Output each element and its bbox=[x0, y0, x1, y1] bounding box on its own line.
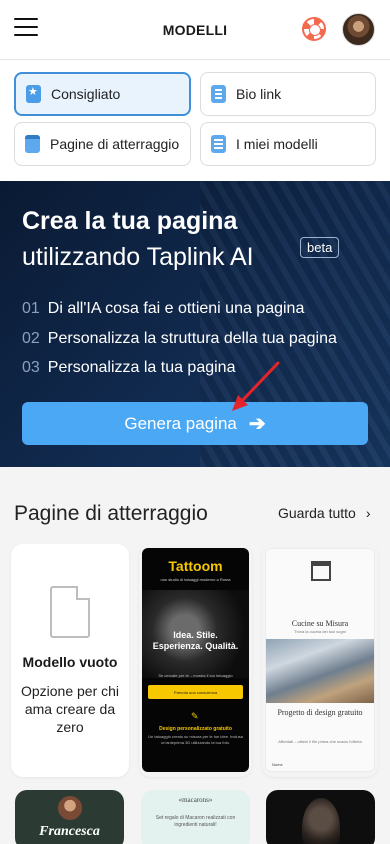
step-text: Personalizza la tua pagina bbox=[47, 359, 236, 376]
step-1: 01 Di all'IA cosa fai e ottieni una pagin… bbox=[22, 300, 304, 318]
arrow-right-icon: ➔ bbox=[248, 413, 266, 435]
template-small-text: Trova la cucina dei tuoi sogni bbox=[294, 629, 346, 634]
star-doc-icon bbox=[26, 85, 41, 103]
template-avatar bbox=[58, 796, 82, 820]
template-card-macaron[interactable]: «macarons» Set regalo di Macaron realizz… bbox=[141, 790, 250, 844]
hero-subtitle: utilizzando Taplink AI bbox=[22, 243, 254, 271]
step-number: 01 bbox=[22, 300, 40, 317]
template-card-tattoom[interactable]: Tattoom uno studio di tatuaggi moderno a… bbox=[139, 544, 252, 777]
template-design-desc: Un tatuaggio creato su misura per le tue… bbox=[148, 734, 243, 745]
category-label: Consigliato bbox=[51, 86, 121, 102]
avatar[interactable] bbox=[342, 13, 375, 46]
template-field: Nome bbox=[272, 762, 283, 767]
generate-page-button[interactable]: Genera pagina ➔ bbox=[22, 402, 368, 445]
category-bio-link[interactable]: Bio link bbox=[200, 72, 376, 116]
template-tagline: uno studio di tatuaggi moderno a Roma bbox=[160, 577, 231, 582]
blank-template-description: Opzione per chi ama creare da zero bbox=[20, 683, 120, 735]
template-card-cucine[interactable]: Cucine su Misura Trova la cucina dei tuo… bbox=[262, 544, 378, 777]
template-project-title: Progetto di design gratuito bbox=[277, 708, 363, 717]
list-doc-icon bbox=[211, 85, 226, 103]
step-3: 03 Personalizza la tua pagina bbox=[22, 359, 235, 377]
category-landing-pages[interactable]: Pagine di atterraggio bbox=[14, 122, 191, 166]
layers-doc-icon bbox=[211, 135, 226, 153]
category-label: I miei modelli bbox=[236, 136, 318, 152]
landing-pages-section: Pagine di atterraggio Guarda tutto › Mode… bbox=[0, 467, 390, 844]
step-2: 02 Personalizza la struttura della tua pa… bbox=[22, 330, 337, 348]
see-all-link[interactable]: Guarda tutto › bbox=[278, 505, 371, 521]
step-number: 03 bbox=[22, 359, 40, 376]
template-photo bbox=[266, 639, 374, 703]
blank-template-title: Modello vuoto bbox=[22, 654, 118, 670]
category-grid: Consigliato Bio link Pagine di atterragg… bbox=[0, 60, 390, 181]
pen-icon: ✎ bbox=[191, 711, 199, 721]
template-brand: Cucine su Misura bbox=[291, 619, 349, 628]
landing-page-icon bbox=[25, 135, 40, 153]
template-card-portrait[interactable] bbox=[266, 790, 375, 844]
category-label: Bio link bbox=[236, 86, 282, 102]
template-headline-line: Idea. Stile. bbox=[173, 630, 218, 640]
section-title: Pagine di atterraggio bbox=[14, 502, 208, 525]
see-all-label: Guarda tutto bbox=[278, 505, 356, 521]
template-headline-line: Esperienza. Qualità. bbox=[152, 641, 239, 651]
category-recommended[interactable]: Consigliato bbox=[14, 72, 191, 116]
beta-badge: beta bbox=[300, 237, 340, 258]
category-my-templates[interactable]: I miei modelli bbox=[200, 122, 376, 166]
template-preview: Cucine su Misura Trova la cucina dei tuo… bbox=[265, 548, 375, 772]
template-desc: Set regalo di Macaron realizzati con ing… bbox=[155, 815, 236, 828]
template-headline: Idea. Stile. Esperienza. Qualità. bbox=[142, 630, 249, 652]
generate-page-label: Genera pagina bbox=[124, 413, 237, 433]
template-desc: Affrettati – ottieni il file prima che s… bbox=[278, 739, 362, 744]
kitchen-logo-icon bbox=[311, 561, 331, 581]
template-design-title: Design personalizzato gratuito bbox=[159, 726, 232, 732]
top-bar: MODELLI bbox=[0, 0, 390, 60]
template-photo bbox=[302, 798, 340, 844]
chevron-right-icon: › bbox=[365, 505, 371, 521]
template-preview: Tattoom uno studio di tatuaggi moderno a… bbox=[142, 548, 249, 772]
blank-file-icon bbox=[50, 586, 90, 638]
template-brand: Tattoom bbox=[168, 558, 223, 574]
page-title: MODELLI bbox=[162, 22, 228, 38]
category-label: Pagine di atterraggio bbox=[50, 136, 180, 152]
blank-template-card[interactable]: Modello vuoto Opzione per chi ama creare… bbox=[11, 544, 129, 777]
template-card-francesca[interactable]: Francesca bbox=[15, 790, 124, 844]
hero-title: Crea la tua pagina bbox=[22, 207, 238, 235]
template-cta: Prenota una consulenza bbox=[148, 685, 243, 699]
lifebuoy-icon[interactable] bbox=[302, 17, 326, 41]
template-brand: «macarons» bbox=[178, 796, 213, 804]
template-small-text: Se cercate per te – mostra il tuo tatuag… bbox=[158, 673, 233, 678]
step-number: 02 bbox=[22, 330, 40, 347]
ai-hero-banner: Crea la tua pagina utilizzando Taplink A… bbox=[0, 181, 390, 467]
step-text: Personalizza la struttura della tua pagi… bbox=[47, 330, 337, 347]
step-text: Di all'IA cosa fai e ottieni una pagina bbox=[47, 300, 305, 317]
template-brand: Francesca bbox=[39, 824, 100, 839]
